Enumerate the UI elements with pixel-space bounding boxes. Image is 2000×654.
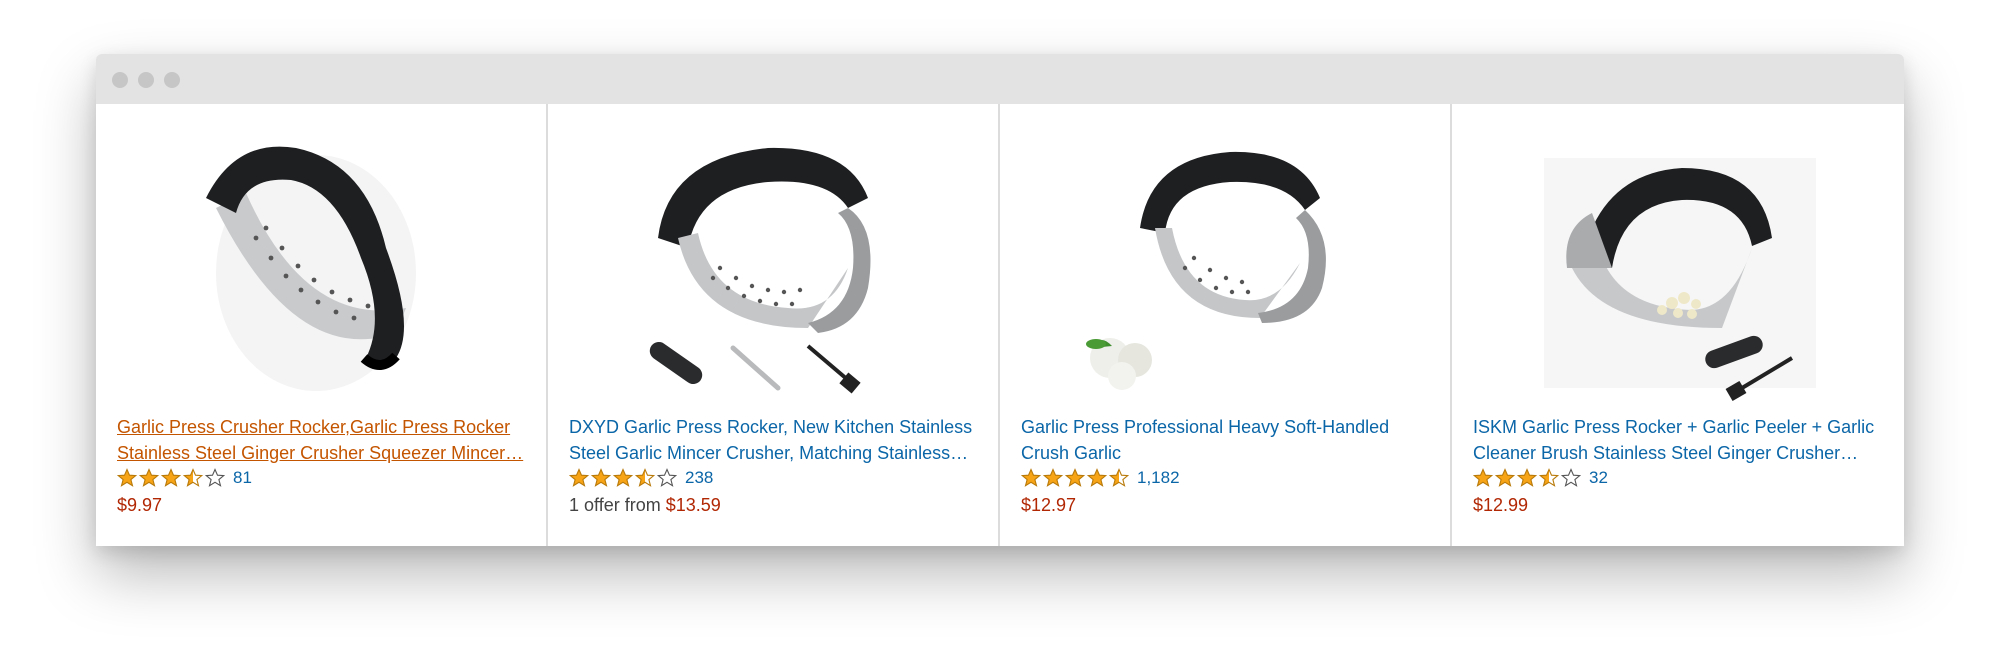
star-empty-icon (1561, 468, 1581, 487)
minimize-window-button[interactable] (138, 72, 154, 88)
offer-price: $13.59 (665, 495, 721, 515)
product-card: Garlic Press Crusher Rocker,Garlic Press… (96, 104, 548, 546)
product-image[interactable] (1452, 118, 1904, 408)
star-rating[interactable]: 81 (117, 467, 252, 489)
star-rating[interactable]: 238 (569, 467, 713, 489)
review-count-link[interactable]: 32 (1589, 468, 1608, 488)
star-full-icon (1495, 468, 1515, 487)
product-title-link[interactable]: Garlic Press Professional Heavy Soft-Han… (1021, 414, 1431, 466)
review-count-link[interactable]: 238 (685, 468, 713, 488)
product-card: DXYD Garlic Press Rocker, New Kitchen St… (548, 104, 1000, 546)
product-price: $12.97 (1021, 495, 1077, 515)
star-full-icon (1065, 468, 1085, 487)
product-grid: Garlic Press Crusher Rocker,Garlic Press… (96, 104, 1904, 546)
star-full-icon (1087, 468, 1107, 487)
star-half-icon (1539, 468, 1559, 487)
star-rating[interactable]: 32 (1473, 467, 1608, 489)
product-image[interactable] (548, 118, 1000, 408)
product-card: Garlic Press Professional Heavy Soft-Han… (1000, 104, 1452, 546)
product-image[interactable] (1000, 118, 1452, 408)
star-full-icon (591, 468, 611, 487)
star-full-icon (161, 468, 181, 487)
star-full-icon (139, 468, 159, 487)
star-empty-icon (657, 468, 677, 487)
star-full-icon (1043, 468, 1063, 487)
star-half-icon (635, 468, 655, 487)
product-price: $12.99 (1473, 495, 1529, 515)
star-full-icon (1021, 468, 1041, 487)
star-full-icon (1517, 468, 1537, 487)
product-image[interactable] (96, 118, 548, 408)
close-window-button[interactable] (112, 72, 128, 88)
star-full-icon (613, 468, 633, 487)
product-price: $9.97 (117, 495, 163, 515)
star-full-icon (1473, 468, 1493, 487)
review-count-link[interactable]: 1,182 (1137, 468, 1180, 488)
star-rating[interactable]: 1,182 (1021, 467, 1180, 489)
product-card: ISKM Garlic Press Rocker + Garlic Peeler… (1452, 104, 1904, 546)
product-title-link[interactable]: Garlic Press Crusher Rocker,Garlic Press… (117, 414, 527, 466)
product-price: 1 offer from $13.59 (569, 493, 721, 517)
product-title-link[interactable]: DXYD Garlic Press Rocker, New Kitchen St… (569, 414, 979, 466)
product-title-link[interactable]: ISKM Garlic Press Rocker + Garlic Peeler… (1473, 414, 1883, 466)
star-full-icon (569, 468, 589, 487)
maximize-window-button[interactable] (164, 72, 180, 88)
star-half-icon (183, 468, 203, 487)
star-empty-icon (205, 468, 225, 487)
window-titlebar (96, 54, 1904, 104)
star-full-icon (117, 468, 137, 487)
browser-window: Garlic Press Crusher Rocker,Garlic Press… (96, 54, 1904, 546)
offer-text: 1 offer from (569, 495, 666, 515)
review-count-link[interactable]: 81 (233, 468, 252, 488)
star-half-icon (1109, 468, 1129, 487)
